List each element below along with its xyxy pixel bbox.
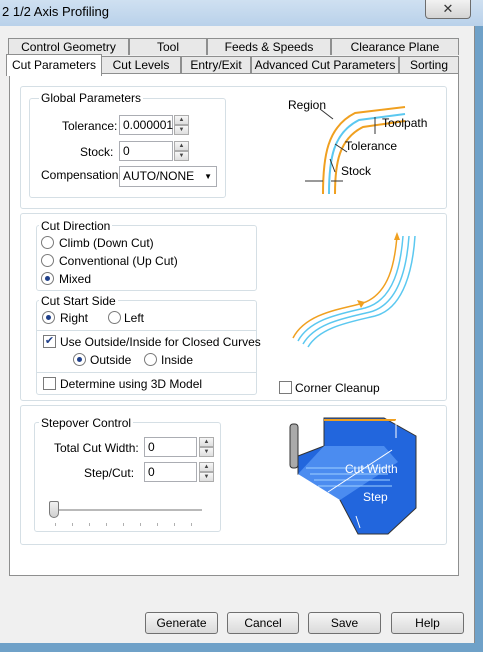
dialog-client: Control Geometry Tool Feeds & Speeds Cle… xyxy=(0,26,475,643)
divider xyxy=(36,372,257,373)
total-cut-width-label: Total Cut Width: xyxy=(54,441,139,455)
title-bar: 2 1/2 Axis Profiling ✕ xyxy=(0,0,483,26)
cut-direction-legend: Cut Direction xyxy=(39,219,113,233)
compensation-label: Compensation: xyxy=(41,168,122,182)
tolerance-spin-up[interactable]: ▲ xyxy=(174,115,189,125)
left-radio[interactable] xyxy=(108,311,121,324)
corner-cleanup-checkbox[interactable] xyxy=(279,381,292,394)
determine-3d-label: Determine using 3D Model xyxy=(60,377,203,391)
tab-sorting[interactable]: Sorting xyxy=(399,56,459,73)
stock-input[interactable]: 0 xyxy=(119,141,173,161)
help-button[interactable]: Help xyxy=(391,612,464,634)
compensation-value: AUTO/NONE xyxy=(123,169,195,183)
use-outside-inside-label: Use Outside/Inside for Closed Curves xyxy=(60,335,261,349)
tolerance-label: Tolerance: xyxy=(62,119,118,133)
outside-radio[interactable] xyxy=(73,353,86,366)
stock-label: Stock: xyxy=(80,145,114,159)
tab-clearance-plane[interactable]: Clearance Plane xyxy=(331,38,459,55)
diagram-region-label: Region xyxy=(288,98,327,112)
inside-label: Inside xyxy=(161,353,194,367)
save-button[interactable]: Save xyxy=(308,612,381,634)
mixed-label: Mixed xyxy=(59,272,92,286)
cancel-button[interactable]: Cancel xyxy=(227,612,299,634)
total-cut-width-spin-up[interactable]: ▲ xyxy=(199,437,214,447)
total-cut-width-spin-down[interactable]: ▼ xyxy=(199,447,214,457)
use-outside-inside-checkbox[interactable]: ✔ xyxy=(43,335,56,348)
right-label: Right xyxy=(60,311,89,325)
conventional-label: Conventional (Up Cut) xyxy=(59,254,178,268)
right-radio[interactable] xyxy=(42,311,55,324)
stepover-diagram xyxy=(289,417,417,535)
cut-direction-diagram xyxy=(292,232,416,348)
cut-start-side-legend: Cut Start Side xyxy=(39,294,118,308)
tab-tool[interactable]: Tool xyxy=(129,38,207,55)
step-cut-spin-up[interactable]: ▲ xyxy=(199,462,214,472)
outside-label: Outside xyxy=(90,353,132,367)
corner-cleanup-label: Corner Cleanup xyxy=(295,381,380,395)
tab-control-geometry[interactable]: Control Geometry xyxy=(8,38,129,55)
inside-radio[interactable] xyxy=(144,353,157,366)
determine-3d-checkbox[interactable] xyxy=(43,377,56,390)
tab-entry-exit[interactable]: Entry/Exit xyxy=(181,56,251,73)
conventional-radio[interactable] xyxy=(41,254,54,267)
diagram-stock-label: Stock xyxy=(341,164,372,178)
climb-radio[interactable] xyxy=(41,236,54,249)
diagram-tolerance-label: Tolerance xyxy=(345,139,398,153)
tab-advanced-cut-parameters[interactable]: Advanced Cut Parameters xyxy=(251,56,399,73)
window-title: 2 1/2 Axis Profiling xyxy=(2,4,109,19)
step-cut-spin-down[interactable]: ▼ xyxy=(199,472,214,482)
step-cut-label: Step/Cut: xyxy=(84,466,135,480)
diagram-toolpath-label: Toolpath xyxy=(382,116,428,130)
climb-label: Climb (Down Cut) xyxy=(59,236,154,250)
global-parameters-legend: Global Parameters xyxy=(39,91,144,105)
step-cut-input[interactable]: 0 xyxy=(144,462,197,482)
close-icon: ✕ xyxy=(442,1,454,16)
left-label: Left xyxy=(124,311,145,325)
stepover-legend: Stepover Control xyxy=(39,416,134,430)
tab-cut-levels[interactable]: Cut Levels xyxy=(101,56,181,73)
stock-spin-down[interactable]: ▼ xyxy=(174,151,189,161)
generate-button[interactable]: Generate xyxy=(145,612,218,634)
slider-thumb[interactable] xyxy=(49,501,59,518)
tab-feeds-speeds[interactable]: Feeds & Speeds xyxy=(207,38,331,55)
close-button[interactable]: ✕ xyxy=(425,0,471,19)
stock-spin-up[interactable]: ▲ xyxy=(174,141,189,151)
total-cut-width-input[interactable]: 0 xyxy=(144,437,197,457)
divider xyxy=(36,330,257,331)
cut-parameters-panel: Global Parameters Tolerance: 0.000001 ▲ … xyxy=(9,73,459,576)
chevron-down-icon: ▼ xyxy=(204,172,212,181)
tab-cut-parameters[interactable]: Cut Parameters xyxy=(6,54,102,76)
diagram-cut-width-label: Cut Width xyxy=(345,462,398,476)
compensation-select[interactable]: AUTO/NONE ▼ xyxy=(119,166,217,187)
diagram-step-label: Step xyxy=(363,490,388,504)
mixed-radio[interactable] xyxy=(41,272,54,285)
tolerance-spin-down[interactable]: ▼ xyxy=(174,125,189,135)
tolerance-input[interactable]: 0.000001 xyxy=(119,115,173,135)
